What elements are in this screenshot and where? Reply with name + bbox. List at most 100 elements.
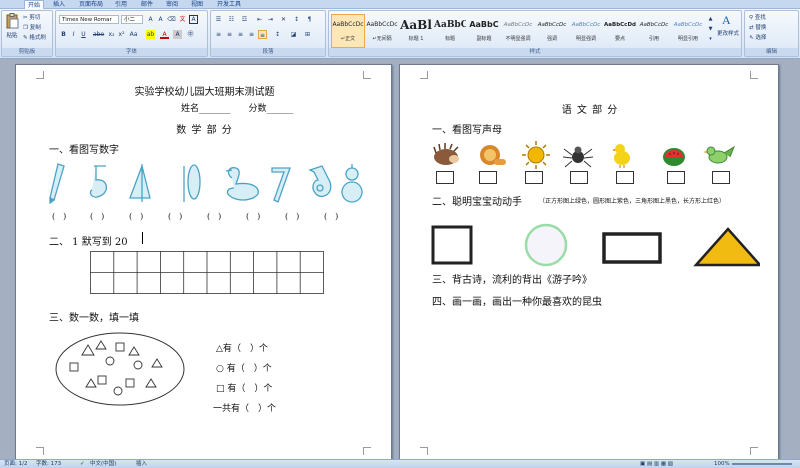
sun-icon [522, 141, 550, 169]
increase-indent-button[interactable]: ⇥ [266, 15, 275, 24]
justify-button[interactable]: ≡ [247, 30, 256, 39]
distributed-button[interactable]: ≡ [258, 30, 267, 39]
style-subtle-emphasis[interactable]: AaBbCcDc 不明显强调 [501, 14, 535, 48]
underline-button[interactable]: U [79, 30, 88, 39]
shading-button[interactable]: ◪ [289, 30, 298, 39]
paste-button[interactable]: 粘贴 [3, 13, 21, 39]
clear-format-button[interactable]: ⌫ [167, 15, 176, 24]
sickle-icon [271, 167, 291, 203]
styles-more-button[interactable]: ▾ [706, 35, 715, 44]
strikethrough-button[interactable]: abe [93, 30, 104, 39]
style-no-spacing[interactable]: AaBbCcDc ↵无间隔 [365, 14, 399, 48]
show-marks-button[interactable]: ¶ [305, 15, 314, 24]
count-blank-circle[interactable]: （ ） [236, 364, 263, 374]
zoom-level[interactable]: 100% [714, 460, 730, 468]
align-left-button[interactable]: ≡ [214, 30, 223, 39]
bold-button[interactable]: B [59, 30, 68, 39]
pinyin-answer-box-5[interactable] [616, 171, 634, 184]
char-shading-button[interactable]: A [173, 30, 182, 39]
page-count[interactable]: 页面: 1/2 [4, 460, 27, 468]
editing-group: ⚲ 查找 ⇄ 替换 ⇖ 选择 编辑 [744, 10, 799, 57]
line-spacing-button[interactable]: ↕ [273, 30, 282, 39]
tab-insert[interactable]: 插入 [50, 0, 68, 9]
align-right-button[interactable]: ≡ [236, 30, 245, 39]
shrink-font-button[interactable]: A [156, 15, 165, 24]
count-blank-total[interactable]: （ ） [240, 404, 267, 414]
char-border-button[interactable]: A [189, 15, 198, 24]
q1-blank-1[interactable]: ( ) [52, 211, 66, 222]
svg-text:A: A [722, 13, 731, 27]
phonetic-guide-button[interactable]: 文 [178, 15, 187, 24]
multilevel-list-button[interactable]: ☲ [240, 15, 249, 24]
style-subtitle[interactable]: AaBbC 副标题 [467, 14, 501, 48]
change-case-button[interactable]: Aa [129, 30, 138, 39]
enclose-char-button[interactable]: ㊥ [186, 30, 195, 39]
pinyin-answer-box-7[interactable] [712, 171, 730, 184]
copy-button[interactable]: ❐ 复制 [23, 23, 41, 31]
highlight-button[interactable]: ab [146, 30, 155, 39]
chinese-layout-button[interactable]: ✕ [279, 15, 288, 24]
proofing-icon[interactable]: ✓ [80, 460, 85, 468]
count-blank-square[interactable]: （ ） [236, 384, 263, 394]
q1-blank-5[interactable]: ( ) [207, 211, 221, 222]
align-center-button[interactable]: ≡ [225, 30, 234, 39]
q1-blank-3[interactable]: ( ) [129, 211, 143, 222]
borders-button[interactable]: ⊞ [303, 30, 312, 39]
find-button[interactable]: ⚲ 查找 [749, 13, 766, 21]
style-quote[interactable]: AaBbCcDc 引用 [637, 14, 671, 48]
tab-developer[interactable]: 开发工具 [214, 0, 244, 9]
q1-blank-4[interactable]: ( ) [168, 211, 182, 222]
italic-button[interactable]: I [69, 30, 78, 39]
format-painter-button[interactable]: ✎ 格式刷 [23, 33, 46, 41]
square-icon: □ [216, 384, 225, 394]
pinyin-answer-box-6[interactable] [667, 171, 685, 184]
q1-blank-2[interactable]: ( ) [90, 211, 104, 222]
tab-page-layout[interactable]: 页面布局 [76, 0, 106, 9]
writing-grid[interactable] [90, 251, 325, 295]
styles-scroll-up-button[interactable]: ▲ [706, 15, 715, 24]
style-heading-1[interactable]: AaBl 标题 1 [399, 14, 433, 48]
style-title[interactable]: AaBbC 标题 [433, 14, 467, 48]
style-intense-quote[interactable]: AaBbCcDc 明显引用 [671, 14, 705, 48]
grow-font-button[interactable]: A [146, 15, 155, 24]
count-blank-triangle[interactable]: （ ） [232, 344, 259, 354]
select-button[interactable]: ⇖ 选择 [749, 33, 766, 41]
tab-view[interactable]: 视图 [188, 0, 206, 9]
word-count[interactable]: 字数: 173 [36, 460, 61, 468]
insert-mode[interactable]: 插入 [136, 460, 147, 468]
pinyin-answer-box-2[interactable] [479, 171, 497, 184]
pinyin-answer-box-4[interactable] [570, 171, 588, 184]
pinyin-answer-box-1[interactable] [436, 171, 454, 184]
zoom-slider[interactable] [732, 463, 792, 465]
font-size-select[interactable]: 小二 [121, 15, 143, 24]
circle-shape [524, 223, 568, 267]
cut-button[interactable]: ✂ 剪切 [23, 13, 40, 21]
numbering-button[interactable]: ☷ [227, 15, 236, 24]
replace-button[interactable]: ⇄ 替换 [749, 23, 766, 31]
q1-blank-6[interactable]: ( ) [246, 211, 260, 222]
change-styles-button[interactable]: A 更改样式 [715, 13, 741, 37]
superscript-button[interactable]: x² [117, 30, 126, 39]
styles-scroll-down-button[interactable]: ▼ [706, 25, 715, 34]
hook-icon [89, 165, 107, 198]
style-intense-emphasis[interactable]: AaBbCcDc 明显强调 [569, 14, 603, 48]
style-emphasis[interactable]: AaBbCcDc 强调 [535, 14, 569, 48]
font-name-select[interactable]: Times New Romar [59, 15, 119, 24]
q1-blank-7[interactable]: ( ) [285, 211, 299, 222]
square-shape [431, 225, 473, 265]
pinyin-answer-box-3[interactable] [525, 171, 543, 184]
decrease-indent-button[interactable]: ⇤ [255, 15, 264, 24]
language-indicator[interactable]: 中文(中国) [90, 460, 116, 468]
bullets-button[interactable]: ☰ [214, 15, 223, 24]
font-color-button[interactable]: A [160, 30, 169, 39]
chinese-q2-heading: 二、聪明宝宝动动手 [432, 197, 522, 208]
tab-mailings[interactable]: 邮件 [138, 0, 156, 9]
view-buttons[interactable]: ▣ ▤ ▥ ▦ ▧ [640, 460, 673, 468]
tab-review[interactable]: 审阅 [163, 0, 181, 9]
q1-blank-8[interactable]: ( ) [324, 211, 338, 222]
style-strong[interactable]: AaBbCcDd 要点 [603, 14, 637, 48]
sort-button[interactable]: ↕ [292, 15, 301, 24]
tab-references[interactable]: 引用 [112, 0, 130, 9]
style-normal[interactable]: AaBbCcDc ↵正文 [331, 14, 365, 48]
subscript-button[interactable]: x₂ [107, 30, 116, 39]
